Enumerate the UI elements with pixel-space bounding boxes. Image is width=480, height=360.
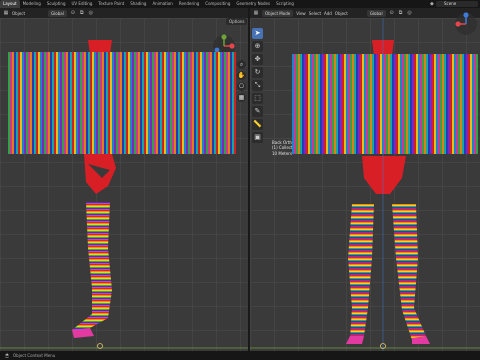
- workspace-tab-scripting[interactable]: Scripting: [273, 0, 297, 8]
- workspace-tab-animation[interactable]: Animation: [149, 0, 175, 8]
- scene-label: Scene: [444, 1, 457, 6]
- editor-type-icon[interactable]: ▦: [3, 10, 9, 16]
- proportional-edit-icon[interactable]: ◎: [88, 10, 94, 16]
- striped-stocking: [72, 202, 112, 336]
- workspace-tab-layout[interactable]: Layout: [0, 0, 20, 8]
- snap-icon[interactable]: ⧉: [79, 10, 85, 16]
- pivot-icon[interactable]: ⊙: [389, 10, 395, 16]
- leotard: [362, 156, 406, 194]
- workspace-tab-geometry-nodes[interactable]: Geometry Nodes: [233, 0, 273, 8]
- workspace-tab-compositing[interactable]: Compositing: [202, 0, 233, 8]
- scene-icon: ◆: [430, 1, 434, 7]
- mode-dropdown[interactable]: Object Mode: [262, 9, 294, 17]
- right-striped-stocking: [392, 204, 426, 340]
- left-viewport-header: ▦ Object Global ⊙ ⧉ ◎: [0, 8, 248, 18]
- snap-icon[interactable]: ⧉: [398, 10, 404, 16]
- scene-selector[interactable]: Scene: [436, 1, 478, 7]
- workspace-tab-rendering[interactable]: Rendering: [176, 0, 202, 8]
- editor-type-icon[interactable]: ▦: [253, 10, 259, 16]
- object-menu[interactable]: Object: [12, 11, 25, 16]
- transform-orientation-dropdown[interactable]: Global: [366, 9, 386, 17]
- workspace-tab-uv-editing[interactable]: UV Editing: [69, 0, 96, 8]
- top-menu-bar: Layout Modeling Sculpting UV Editing Texture…: [0, 0, 480, 8]
- costume-model-back-view[interactable]: [250, 18, 480, 351]
- costume-model-side-view[interactable]: [0, 18, 248, 351]
- right-viewport-header: ▦ Object Mode View Select Add Object Glo…: [250, 8, 480, 18]
- select-menu[interactable]: Select: [309, 11, 321, 16]
- mouse-icon: 🖱: [5, 352, 9, 359]
- object-menu[interactable]: Object: [335, 11, 348, 16]
- neck-collar: [88, 40, 112, 54]
- status-bar: 🖱 Object Context Menu: [0, 351, 480, 360]
- left-striped-stocking: [348, 204, 374, 338]
- pivot-icon[interactable]: ⊙: [70, 10, 76, 16]
- workspace-tab-modeling[interactable]: Modeling: [20, 0, 44, 8]
- view-menu[interactable]: View: [296, 11, 306, 16]
- status-text: Object Context Menu: [13, 353, 56, 358]
- proportional-edit-icon[interactable]: ◎: [407, 10, 413, 16]
- workspace-tab-texture-paint[interactable]: Texture Paint: [95, 0, 127, 8]
- workspace-tab-sculpting[interactable]: Sculpting: [44, 0, 69, 8]
- add-menu[interactable]: Add: [324, 11, 332, 16]
- workspace-tabs: Layout Modeling Sculpting UV Editing Texture…: [0, 0, 297, 8]
- transform-orientation-dropdown[interactable]: Global: [48, 9, 67, 17]
- workspace-tab-shading[interactable]: Shading: [127, 0, 149, 8]
